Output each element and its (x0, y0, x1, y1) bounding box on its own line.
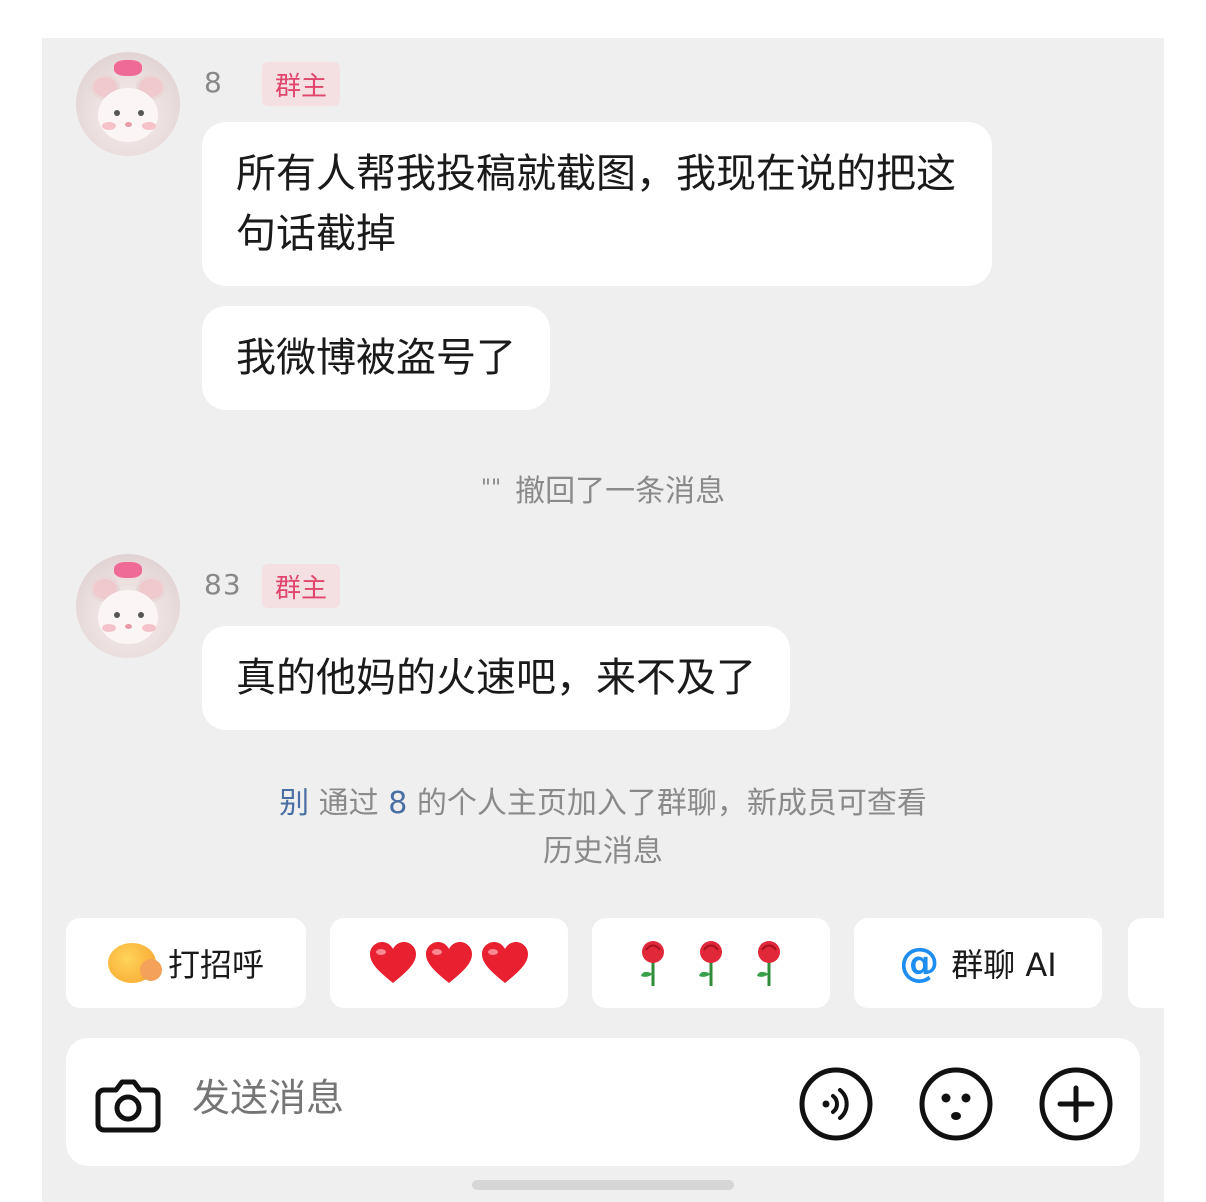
sender-avatar[interactable] (76, 52, 180, 156)
group-owner-badge: 群主 (262, 564, 340, 608)
recall-notice: "" 撤回了一条消息 (42, 466, 1164, 510)
sender-name[interactable]: 83 (204, 568, 242, 601)
message-input-bar (66, 1038, 1140, 1166)
new-member-link[interactable]: 别 (279, 786, 309, 821)
sender-avatar[interactable] (76, 554, 180, 658)
chat-screen: 8 群主 所有人帮我投稿就截图，我现在说的把这句话截掉 我微博被盗号了 "" 撤回… (42, 38, 1164, 1202)
quick-reply-greet[interactable]: 打招呼 (66, 918, 306, 1008)
message-bubble[interactable]: 所有人帮我投稿就截图，我现在说的把这句话截掉 (202, 122, 992, 286)
sender-name[interactable]: 8 (204, 66, 223, 99)
message-bubble[interactable]: 我微博被盗号了 (202, 306, 550, 410)
quick-reply-label: 打招呼 (167, 946, 264, 984)
message-input[interactable] (192, 1076, 752, 1120)
rose-icon (694, 938, 728, 988)
join-notice: 别 通过 8 的个人主页加入了群聊，新成员可查看 历史消息 (142, 780, 1064, 876)
owner-link[interactable]: 8 (388, 786, 407, 821)
join-text-3: 历史消息 (543, 834, 663, 869)
camera-icon[interactable] (90, 1066, 166, 1142)
message-bubble[interactable]: 真的他妈的火速吧，来不及了 (202, 626, 790, 730)
recall-quote: "" (480, 476, 502, 501)
heart-icon (368, 941, 418, 985)
plus-icon[interactable] (1038, 1066, 1114, 1142)
quick-reply-group-ai[interactable]: @ 群聊 AI (854, 918, 1102, 1008)
waving-smile-emoji-icon (107, 943, 162, 983)
quick-reply-bar: 打招呼 @ 群聊 AI (42, 918, 1164, 1014)
home-indicator (472, 1180, 734, 1190)
heart-icon (480, 941, 530, 985)
join-text-2: 的个人主页加入了群聊，新成员可查看 (416, 786, 927, 821)
quick-reply-more[interactable] (1128, 918, 1164, 1008)
at-icon: @ (899, 940, 940, 986)
join-text-1: 通过 (318, 786, 379, 821)
recall-text: 撤回了一条消息 (515, 474, 726, 509)
rose-icon (752, 938, 786, 988)
heart-icon (424, 941, 474, 985)
quick-reply-hearts[interactable] (330, 918, 568, 1008)
quick-reply-label: 群聊 AI (951, 946, 1057, 984)
group-owner-badge: 群主 (262, 62, 340, 106)
quick-reply-roses[interactable] (592, 918, 830, 1008)
voice-icon[interactable] (798, 1066, 874, 1142)
rose-icon (636, 938, 670, 988)
emoji-icon[interactable] (918, 1066, 994, 1142)
